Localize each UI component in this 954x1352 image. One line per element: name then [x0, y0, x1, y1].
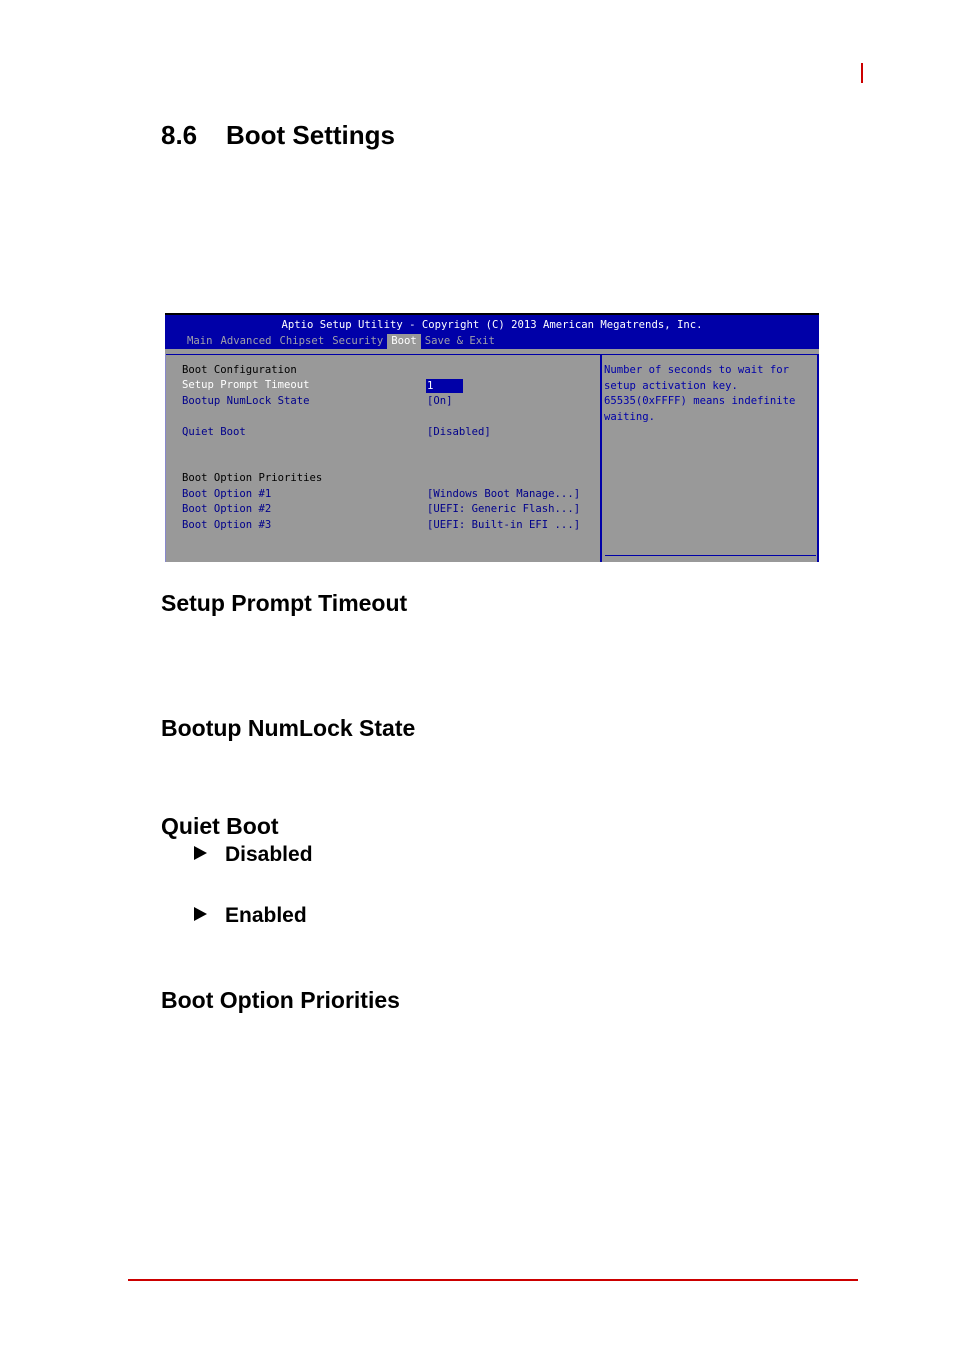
boot-option-3-label[interactable]: Boot Option #3 — [182, 519, 271, 531]
tab-main[interactable]: Main — [183, 334, 217, 349]
heading-quiet-boot: Quiet Boot — [161, 813, 279, 839]
bullet-enabled-text: Enabled — [225, 904, 307, 927]
tab-boot[interactable]: Boot — [387, 334, 421, 349]
help-line: setup activation key. — [604, 379, 738, 392]
boot-option-1-label[interactable]: Boot Option #1 — [182, 488, 271, 500]
bullet-disabled-text: Disabled — [225, 843, 313, 866]
heading-setup-prompt-timeout: Setup Prompt Timeout — [161, 590, 408, 616]
bios-frame-right — [817, 355, 819, 562]
setup-prompt-timeout-input[interactable]: 1 — [426, 379, 463, 393]
footer-rule — [128, 1279, 858, 1281]
tab-security[interactable]: Security — [328, 334, 387, 349]
triangle-bullet-icon — [194, 907, 207, 922]
bios-help-text: Number of seconds to wait for setup acti… — [604, 363, 814, 425]
bullet-enabled: Enabled — [194, 904, 307, 928]
heading-bootup-numlock-state: Bootup NumLock State — [161, 715, 416, 741]
heading-boot-option-priorities: Boot Option Priorities — [161, 987, 400, 1013]
tab-save-exit[interactable]: Save & Exit — [421, 334, 499, 349]
quiet-boot-label[interactable]: Quiet Boot — [182, 426, 246, 438]
bios-help-separator — [605, 555, 816, 556]
section-title-text: Boot Settings — [226, 120, 395, 150]
boot-option-1-value[interactable]: [Windows Boot Manage...] — [427, 488, 580, 500]
triangle-bullet-icon — [194, 846, 207, 861]
boot-option-priorities-heading: Boot Option Priorities — [182, 472, 323, 484]
section-number: 8.6 — [161, 120, 198, 150]
help-line: Number of seconds to wait for — [604, 364, 789, 376]
boot-option-2-value[interactable]: [UEFI: Generic Flash...] — [427, 503, 580, 515]
boot-option-2-label[interactable]: Boot Option #2 — [182, 503, 271, 515]
bios-frame-left — [165, 354, 166, 562]
help-line: waiting. — [604, 410, 656, 423]
bios-screenshot: Aptio Setup Utility - Copyright (C) 2013… — [165, 313, 819, 562]
boot-option-3-value[interactable]: [UEFI: Built-in EFI ...] — [427, 519, 580, 531]
bios-title-bar: Aptio Setup Utility - Copyright (C) 2013… — [165, 315, 819, 349]
setup-prompt-timeout-label[interactable]: Setup Prompt Timeout — [182, 379, 310, 391]
bios-frame-top — [165, 354, 819, 355]
help-line: 65535(0xFFFF) means indefinite — [604, 395, 796, 407]
boot-configuration-heading: Boot Configuration — [182, 364, 297, 376]
header-accent-mark — [861, 63, 863, 83]
bootup-numlock-state-value[interactable]: [On] — [427, 395, 453, 407]
bios-tabs: Main Advanced Chipset Security Boot Save… — [183, 334, 499, 349]
quiet-boot-value[interactable]: [Disabled] — [427, 426, 491, 438]
bullet-disabled: Disabled — [194, 843, 313, 867]
bios-title: Aptio Setup Utility - Copyright (C) 2013… — [281, 319, 703, 331]
bootup-numlock-state-label[interactable]: Bootup NumLock State — [182, 395, 310, 407]
tab-chipset[interactable]: Chipset — [276, 334, 329, 349]
bios-panel-divider — [600, 355, 602, 562]
section-title: 8.6 Boot Settings — [161, 120, 395, 151]
tab-advanced[interactable]: Advanced — [217, 334, 276, 349]
